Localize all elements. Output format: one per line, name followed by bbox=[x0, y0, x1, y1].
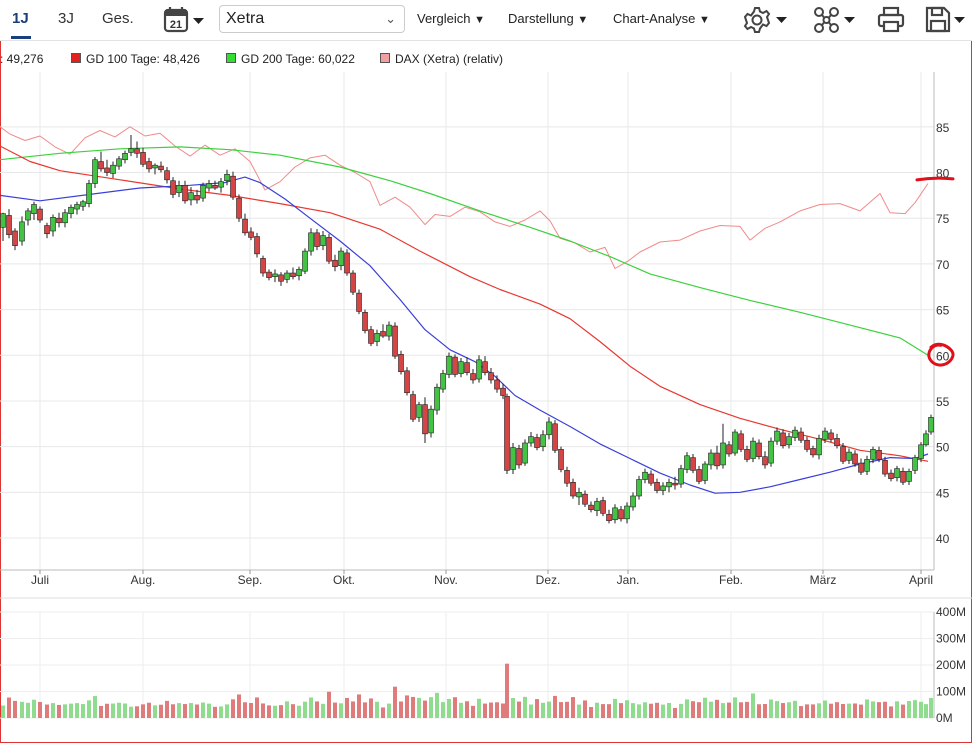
print-button[interactable] bbox=[876, 6, 908, 39]
menu-vergleich[interactable]: Vergleich ▼ bbox=[417, 11, 485, 26]
exchange-select-value: Xetra bbox=[226, 10, 265, 27]
active-tab-indicator bbox=[11, 36, 31, 39]
tab-ges[interactable]: Ges. bbox=[102, 10, 134, 27]
floppy-disk-icon bbox=[925, 6, 965, 33]
chart-toolbar: 1J 3J Ges. 21 Xetra ⌄ Vergleich ▼ Darste… bbox=[0, 0, 972, 41]
exchange-select[interactable]: Xetra ⌄ bbox=[219, 5, 405, 33]
save-button[interactable] bbox=[924, 6, 968, 39]
caret-down-icon: ▼ bbox=[474, 14, 485, 26]
legend-dax-label: DAX (Xetra) (relativ) bbox=[395, 52, 504, 66]
network-icon bbox=[814, 7, 855, 33]
window-frame bbox=[0, 0, 972, 743]
legend-swatch bbox=[380, 53, 390, 63]
settings-button[interactable] bbox=[742, 6, 792, 39]
menu-darstellung[interactable]: Darstellung ▼ bbox=[508, 11, 588, 26]
gear-icon bbox=[743, 7, 787, 33]
legend-swatch bbox=[226, 53, 236, 63]
legend-sma200: GD 200 Tage: 60,022 bbox=[226, 52, 355, 66]
legend-sma100: GD 100 Tage: 48,426 bbox=[71, 52, 200, 66]
legend-sma100-label: GD 100 Tage: 48,426 bbox=[86, 52, 200, 66]
legend-price: : 49,276 bbox=[0, 52, 44, 66]
menu-vergleich-label: Vergleich bbox=[417, 11, 471, 26]
menu-darstellung-label: Darstellung bbox=[508, 11, 574, 26]
caret-down-icon: ▼ bbox=[577, 14, 589, 26]
tab-1j[interactable]: 1J bbox=[12, 10, 29, 27]
chevron-down-icon: ⌄ bbox=[385, 11, 396, 26]
tab-3j[interactable]: 3J bbox=[58, 10, 74, 27]
legend-swatch bbox=[71, 53, 81, 63]
share-button[interactable] bbox=[812, 6, 862, 39]
legend-sma200-label: GD 200 Tage: 60,022 bbox=[241, 52, 355, 66]
calendar-icon: 21 bbox=[163, 7, 204, 33]
legend-dax: DAX (Xetra) (relativ) bbox=[380, 52, 503, 66]
menu-chart-analyse-label: Chart-Analyse bbox=[613, 11, 696, 26]
calendar-button[interactable]: 21 bbox=[163, 6, 211, 39]
caret-down-icon: ▼ bbox=[699, 14, 710, 26]
printer-icon bbox=[877, 6, 905, 33]
menu-chart-analyse[interactable]: Chart-Analyse ▼ bbox=[613, 11, 710, 26]
chevron-down-icon bbox=[193, 18, 204, 24]
calendar-day: 21 bbox=[170, 19, 182, 31]
